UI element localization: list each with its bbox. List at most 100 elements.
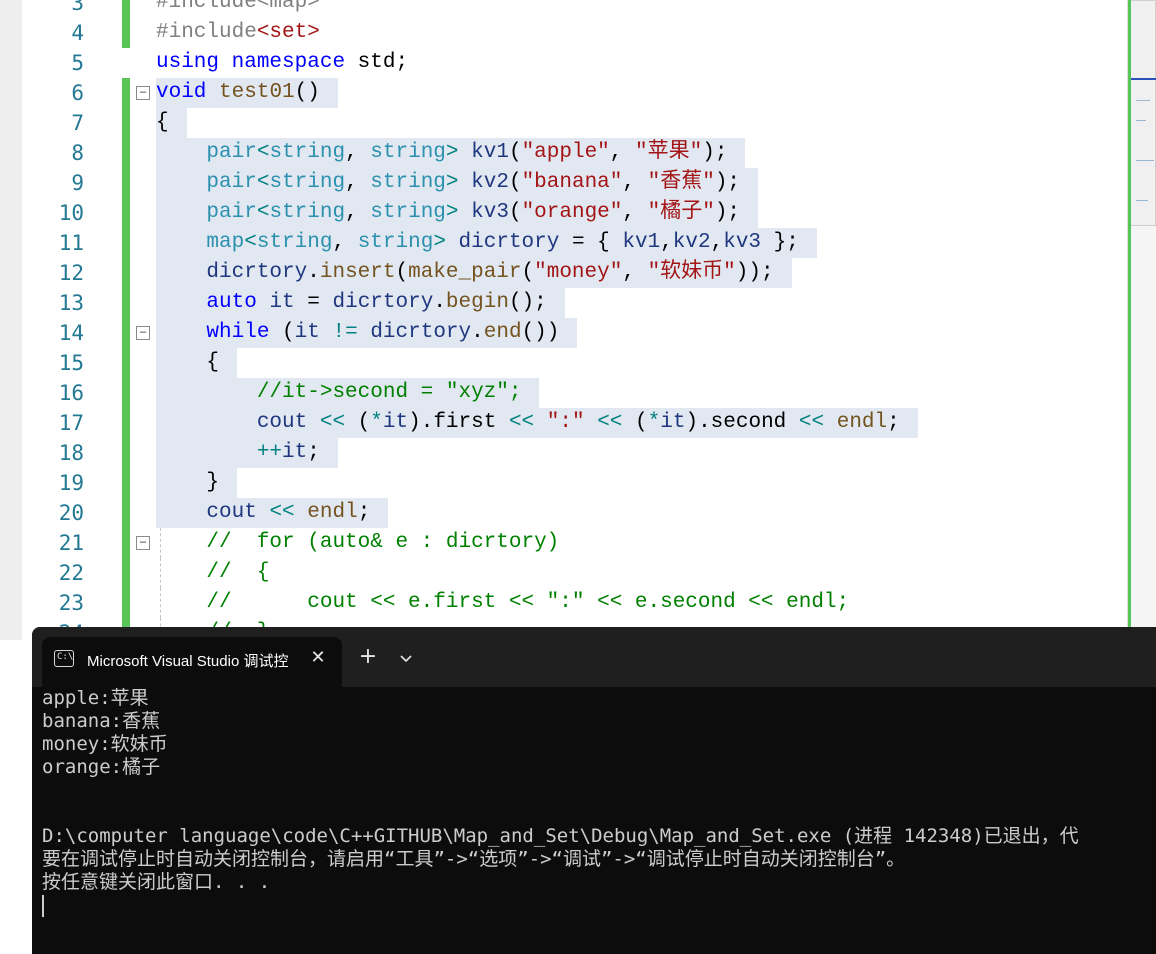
code-text[interactable]: // for (auto& e : dicrtory) [156, 528, 577, 558]
code-editor[interactable]: 3 #include<map> 4 #include<set> 5 using names… [0, 0, 1156, 640]
close-icon[interactable]: ✕ [307, 647, 329, 669]
code-line[interactable]: 4 #include<set> [0, 18, 1128, 48]
line-number: 16 [58, 381, 84, 405]
change-indicator [122, 168, 130, 198]
code-line[interactable]: 8 pair<string, string> kv1("apple", "苹果"… [0, 138, 1128, 168]
terminal-tab[interactable]: C:\ Microsoft Visual Studio 调试控 ✕ [42, 637, 342, 687]
code-token: test01 [219, 81, 295, 104]
code-token: ); [702, 141, 728, 164]
code-line[interactable]: 18 ++it; [0, 438, 1128, 468]
code-token: << [798, 411, 825, 434]
chevron-down-icon[interactable] [394, 645, 418, 671]
code-text[interactable]: auto it = dicrtory.begin(); [156, 288, 565, 318]
code-token: endl [307, 501, 358, 524]
scrollbar-map-line [1136, 160, 1154, 161]
code-text[interactable]: { [156, 348, 238, 378]
code-line[interactable]: 13 auto it = dicrtory.begin(); [0, 288, 1128, 318]
debug-console-window[interactable]: C:\ Microsoft Visual Studio 调试控 ✕ + appl… [32, 627, 1156, 954]
code-text[interactable]: // { [156, 558, 287, 588]
line-number: 19 [58, 471, 84, 495]
change-indicator [122, 588, 130, 618]
line-number: 5 [71, 51, 84, 75]
code-token: "banana" [521, 171, 623, 194]
code-token: pair [206, 201, 257, 224]
plus-icon[interactable]: + [354, 645, 382, 671]
code-line[interactable]: 6 − void test01() [0, 78, 1128, 108]
code-line[interactable]: 15 { [0, 348, 1128, 378]
code-text[interactable]: dicrtory.insert(make_pair("money", "软妹币"… [156, 258, 792, 288]
code-token: dicrtory [332, 291, 434, 314]
code-line[interactable]: 16 //it->second = "xyz"; [0, 378, 1128, 408]
line-number: 21 [58, 531, 84, 555]
code-line[interactable]: 5 using namespace std; [0, 48, 1128, 78]
code-line[interactable]: 17 cout << (*it).first << ":" << (*it).s… [0, 408, 1128, 438]
code-token: it [382, 411, 409, 434]
terminal-cursor [42, 895, 44, 917]
code-line[interactable]: 12 dicrtory.insert(make_pair("money", "软… [0, 258, 1128, 288]
code-text[interactable]: #include<set> [156, 18, 338, 48]
code-text[interactable]: #include<map> [156, 0, 338, 18]
code-token: << [319, 411, 346, 434]
code-token: //it->second = "xyz"; [256, 381, 522, 404]
code-text[interactable]: void test01() [156, 78, 338, 108]
terminal-output-line: banana:香蕉 [42, 710, 161, 732]
code-line[interactable]: 11 map<string, string> dicrtory = { kv1,… [0, 228, 1128, 258]
code-token: () [294, 81, 320, 104]
code-token: kv2 [672, 231, 711, 254]
code-token: ( [508, 201, 522, 224]
code-token: <set> [256, 21, 320, 44]
change-indicator [122, 498, 130, 528]
code-text[interactable]: cout << endl; [156, 498, 389, 528]
code-token: "苹果" [635, 141, 703, 164]
code-token: < [244, 231, 257, 254]
code-token: it [282, 441, 308, 464]
code-text[interactable]: // cout << e.first << ":" << e.second <<… [156, 588, 867, 618]
code-text[interactable]: using namespace std; [156, 48, 426, 78]
code-line[interactable]: 21 − // for (auto& e : dicrtory) [0, 528, 1128, 558]
code-text[interactable]: pair<string, string> kv2("banana", "香蕉")… [156, 168, 759, 198]
code-text[interactable]: ++it; [156, 438, 338, 468]
code-text[interactable]: map<string, string> dicrtory = { kv1,kv2… [156, 228, 817, 258]
minus-box-icon[interactable]: − [136, 326, 150, 340]
code-line[interactable]: 19 } [0, 468, 1128, 498]
code-line[interactable]: 7{ [0, 108, 1128, 138]
minus-box-icon[interactable]: − [136, 86, 150, 100]
code-token: using [156, 51, 220, 74]
code-token: cout [256, 411, 308, 434]
code-text[interactable]: } [156, 468, 238, 498]
minus-box-icon[interactable]: − [136, 536, 150, 550]
code-token: dicrtory [206, 261, 308, 284]
line-number: 8 [71, 141, 84, 165]
scrollbar-caret-marker [1128, 78, 1156, 80]
code-line[interactable]: 9 pair<string, string> kv2("banana", "香蕉… [0, 168, 1128, 198]
code-line[interactable]: 20 cout << endl; [0, 498, 1128, 528]
code-text[interactable]: pair<string, string> kv3("orange", "橘子")… [156, 198, 759, 228]
code-text[interactable]: { [156, 108, 187, 138]
code-line[interactable]: 3 #include<map> [0, 0, 1128, 18]
scrollbar-thumb[interactable] [1128, 0, 1156, 226]
code-text[interactable]: cout << (*it).first << ":" << (*it).seco… [156, 408, 918, 438]
scrollbar-map-line [1136, 200, 1148, 201]
code-text[interactable]: pair<string, string> kv1("apple", "苹果"); [156, 138, 746, 168]
code-text[interactable]: //it->second = "xyz"; [156, 378, 540, 408]
code-token: while [206, 321, 270, 344]
code-line[interactable]: 10 pair<string, string> kv3("orange", "橘… [0, 198, 1128, 228]
code-text[interactable]: while (it != dicrtory.end()) [156, 318, 578, 348]
code-token: << [597, 411, 623, 434]
terminal-output[interactable]: apple:苹果 banana:香蕉 money:软妹币 orange:橘子 D:\co… [42, 687, 1156, 954]
change-indicator [122, 438, 130, 468]
code-token: it [294, 321, 320, 344]
code-line[interactable]: 14 − while (it != dicrtory.end()) [0, 318, 1128, 348]
code-line[interactable]: 22 // { [0, 558, 1128, 588]
code-line[interactable]: 23 // cout << e.first << ":" << e.second… [0, 588, 1128, 618]
